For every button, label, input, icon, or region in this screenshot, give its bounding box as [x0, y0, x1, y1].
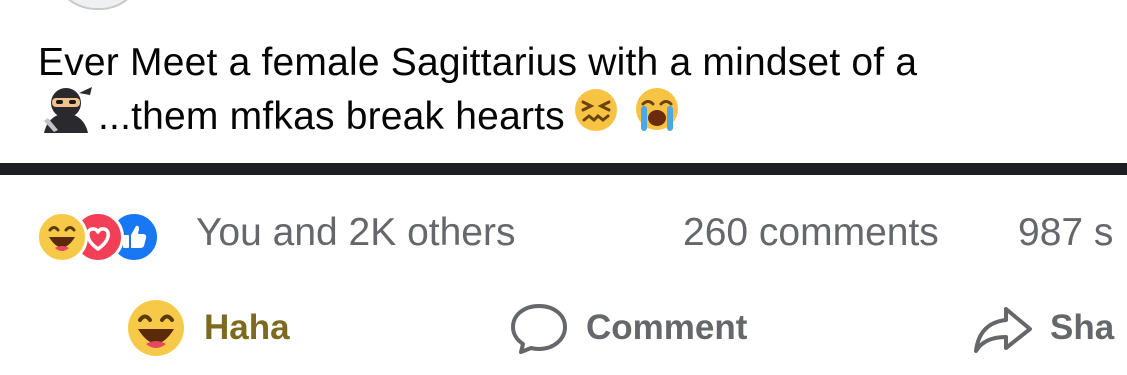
reaction-summary-text[interactable]: You and 2K others: [196, 211, 515, 255]
post-text-line-1: Ever Meet a female Sagittarius with a mi…: [38, 36, 1098, 90]
comment-button[interactable]: Comment: [508, 290, 747, 366]
post-text-line-1-text: Ever Meet a female Sagittarius with a mi…: [38, 41, 918, 84]
share-arrow-icon: [972, 301, 1034, 355]
post-body: Ever Meet a female Sagittarius with a mi…: [38, 36, 1098, 144]
loudly-crying-face-emoji-icon: [631, 85, 683, 150]
post-text-line-2-text: ...them mfkas break hearts: [98, 95, 565, 138]
post-text-line-2: ...them mfkas break hearts: [38, 86, 1098, 144]
post-action-bar: Haha Comment Sha: [0, 290, 1127, 366]
comment-label: Comment: [586, 308, 748, 347]
comment-bubble-icon: [508, 301, 570, 355]
confounded-face-emoji-icon: [571, 86, 621, 149]
share-label: Sha: [1050, 308, 1115, 347]
reaction-icons[interactable]: [36, 211, 186, 263]
haha-face-icon: [124, 298, 188, 358]
comments-count[interactable]: 260 comments: [683, 211, 939, 255]
facebook-post: Ever Meet a female Sagittarius with a mi…: [0, 0, 1127, 375]
share-button[interactable]: Sha: [972, 290, 1114, 366]
haha-reaction-icon: [36, 211, 88, 263]
shares-count[interactable]: 987 s: [1018, 211, 1113, 255]
haha-reaction-button[interactable]: Haha: [124, 290, 290, 366]
reaction-summary-row: You and 2K others 260 comments 987 s: [0, 205, 1127, 265]
haha-label: Haha: [204, 308, 290, 347]
section-divider: [0, 163, 1127, 175]
avatar[interactable]: [52, 0, 144, 10]
ninja-emoji-icon: [38, 85, 94, 150]
